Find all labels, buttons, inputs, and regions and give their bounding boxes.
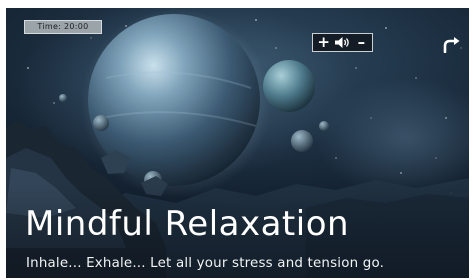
volume-down-button[interactable]: – <box>354 35 368 50</box>
page-title: Mindful Relaxation <box>25 204 350 244</box>
meditation-screen: + – Mindful Relaxation Inhale... Exhale.… <box>6 8 469 278</box>
volume-control-panel: + – <box>312 33 373 52</box>
volume-up-button[interactable]: + <box>317 35 331 50</box>
timer-display: Time: 20:00 <box>24 20 102 34</box>
reload-arrow-icon[interactable] <box>441 36 461 53</box>
speaker-icon[interactable] <box>334 36 351 49</box>
medium-planet <box>263 60 315 112</box>
subtitle-instruction: Inhale... Exhale... Let all your stress … <box>26 256 385 271</box>
